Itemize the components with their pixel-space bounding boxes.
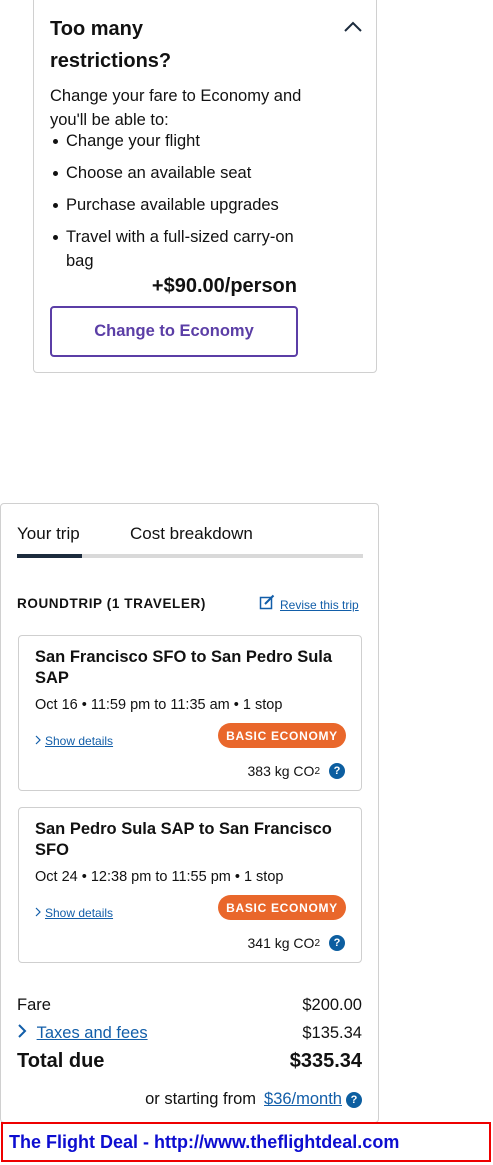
co2-subscript: 2: [314, 937, 320, 949]
fare-class-badge: BASIC ECONOMY: [218, 895, 346, 920]
chevron-right-icon[interactable]: [17, 1024, 32, 1042]
benefit-item: Choose an available seat: [50, 161, 320, 185]
total-label: Total due: [17, 1050, 105, 1072]
chevron-right-icon: [35, 904, 41, 922]
segment-route: San Pedro Sula SAP to San Francisco SFO: [35, 820, 332, 859]
chevron-up-icon[interactable]: [341, 17, 365, 37]
monthly-payment: or starting from $36/month ?: [145, 1090, 362, 1109]
upsell-description: Change your fare to Economy and you'll b…: [50, 87, 302, 129]
change-to-economy-button[interactable]: Change to Economy: [50, 306, 298, 357]
co2-subscript: 2: [314, 765, 320, 777]
show-details-link[interactable]: Show details: [35, 904, 113, 922]
total-value: $335.34: [289, 1050, 362, 1072]
upsell-title: Too many restrictions?: [50, 18, 172, 72]
revise-trip-label: Revise this trip: [280, 597, 359, 612]
show-details-label: Show details: [45, 734, 114, 748]
tab-your-trip[interactable]: Your trip: [17, 524, 80, 544]
segment-route: San Francisco SFO to San Pedro Sula SAP: [35, 648, 333, 687]
co2-emissions: 383 kg CO 2 ?: [247, 763, 345, 779]
benefit-item: Purchase available upgrades: [50, 193, 320, 217]
trip-type-label: ROUNDTRIP (1 TRAVELER): [17, 596, 206, 611]
segment-time: Oct 16 • 11:59 pm to 11:35 am • 1 stop: [35, 697, 283, 713]
benefit-item: Travel with a full-sized carry-on bag: [50, 225, 320, 273]
trip-summary-card: Your trip Cost breakdown ROUNDTRIP (1 TR…: [0, 503, 379, 1123]
question-icon[interactable]: ?: [346, 1091, 362, 1108]
segment-time: Oct 24 • 12:38 pm to 11:55 pm • 1 stop: [35, 869, 284, 885]
active-tab-indicator: [17, 554, 82, 558]
question-icon[interactable]: ?: [329, 935, 345, 951]
fare-class-badge: BASIC ECONOMY: [218, 723, 346, 748]
edit-icon: [259, 594, 275, 615]
watermark-text: The Flight Deal - http://www.theflightde…: [9, 1131, 400, 1152]
taxes-value: $135.34: [302, 1024, 362, 1042]
fare-label: Fare: [17, 996, 51, 1014]
summary-tabs: Your trip Cost breakdown: [17, 524, 363, 558]
upsell-card: Too many restrictions? Change your fare …: [33, 0, 377, 373]
flight-segment-return: San Pedro Sula SAP to San Francisco SFO …: [18, 807, 362, 963]
question-icon[interactable]: ?: [329, 763, 345, 779]
monthly-prefix: or starting from: [145, 1090, 257, 1108]
total-row: Total due $335.34: [17, 1050, 362, 1073]
chevron-right-icon: [35, 732, 41, 750]
fare-row: Fare $200.00: [17, 996, 362, 1015]
show-details-link[interactable]: Show details: [35, 732, 113, 750]
benefits-list: Change your flight Choose an available s…: [50, 129, 320, 281]
co2-value: 341 kg CO: [247, 935, 315, 951]
show-details-label: Show details: [45, 906, 114, 920]
taxes-and-fees-link[interactable]: Taxes and fees: [37, 1024, 148, 1042]
revise-trip-link[interactable]: Revise this trip: [259, 594, 359, 615]
benefit-item: Change your flight: [50, 129, 320, 153]
upsell-price: +$90.00/person: [151, 275, 297, 297]
fare-value: $200.00: [302, 996, 362, 1014]
co2-value: 383 kg CO: [247, 763, 315, 779]
tab-cost-breakdown[interactable]: Cost breakdown: [130, 524, 253, 544]
taxes-row: Taxes and fees $135.34: [17, 1024, 362, 1043]
co2-emissions: 341 kg CO 2 ?: [247, 935, 345, 951]
watermark-banner: The Flight Deal - http://www.theflightde…: [1, 1122, 491, 1162]
monthly-payment-link[interactable]: $36/month: [264, 1090, 342, 1109]
flight-segment-outbound: San Francisco SFO to San Pedro Sula SAP …: [18, 635, 362, 791]
